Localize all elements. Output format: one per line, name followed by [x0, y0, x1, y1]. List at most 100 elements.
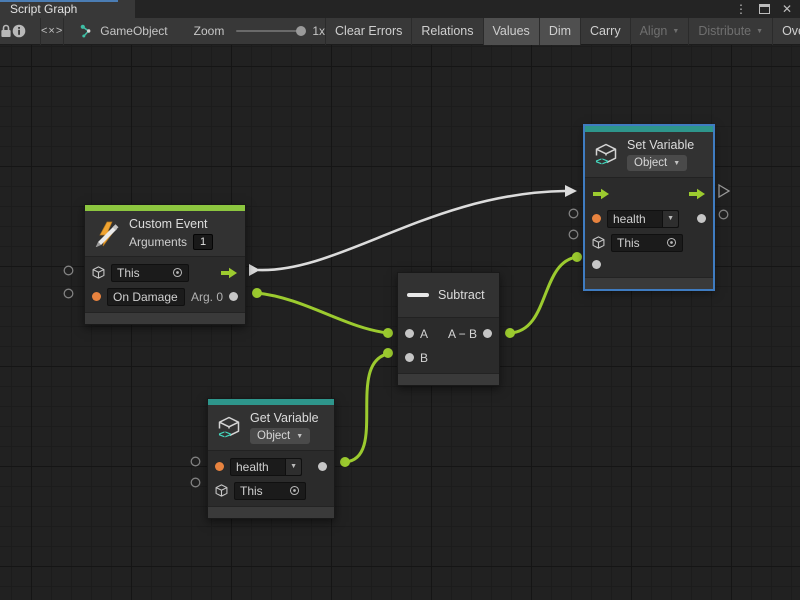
zoom-control: Zoom 1x [194, 24, 325, 38]
button-label: Relations [421, 24, 473, 38]
variable-scope-dropdown[interactable]: Object ▼ [627, 155, 687, 171]
event-name-field[interactable]: On Damage [107, 288, 185, 306]
arg0-output-port[interactable] [229, 292, 238, 301]
button-label: Dim [549, 24, 571, 38]
target-field[interactable]: This [111, 264, 189, 282]
button-label: Overview [782, 24, 800, 38]
event-name-value: On Damage [113, 290, 179, 304]
value-input-port[interactable] [592, 260, 601, 269]
node-footer [398, 373, 499, 385]
active-tab-accent [0, 0, 118, 2]
event-port[interactable] [92, 292, 101, 301]
cube-icon [592, 236, 605, 249]
variable-scope-dropdown[interactable]: Object ▼ [250, 428, 310, 444]
button-label: Distribute [698, 24, 751, 38]
node-footer [85, 312, 245, 324]
graph-icon [80, 24, 94, 38]
tab-strip: Script Graph ⋮ ✕ [0, 0, 800, 18]
lock-icon [0, 24, 12, 38]
variable-name-dropdown[interactable]: health ▼ [607, 210, 679, 228]
node-title: Subtract [438, 288, 485, 302]
variable-name-dropdown[interactable]: health ▼ [230, 458, 302, 476]
svg-text:<>: <> [596, 156, 609, 167]
chevron-down-icon[interactable]: ▼ [662, 211, 678, 227]
tab-title: Script Graph [10, 2, 77, 16]
info-button[interactable] [12, 18, 26, 45]
toolbar-buttons: Clear Errors Relations Values Dim Carry … [325, 18, 800, 45]
variable-name: health [613, 212, 657, 226]
zoom-label: Zoom [194, 24, 225, 38]
close-icon[interactable]: ✕ [782, 3, 792, 15]
variable-icon: <> [217, 416, 241, 440]
button-label: Align [640, 24, 668, 38]
flow-output-arrow-icon[interactable] [688, 188, 706, 200]
relations-button[interactable]: Relations [412, 18, 482, 45]
variable-name-port[interactable] [592, 214, 601, 223]
chevron-down-icon: ▼ [296, 433, 303, 440]
input-a-port[interactable] [405, 329, 414, 338]
target-value: This [117, 266, 167, 280]
output-port[interactable] [483, 329, 492, 338]
object-picker-icon[interactable] [172, 267, 183, 278]
window-menu-icon[interactable]: ⋮ [735, 3, 747, 15]
value-output-port[interactable] [697, 214, 706, 223]
distribute-dropdown[interactable]: Distribute ▼ [689, 18, 772, 45]
zoom-slider-handle[interactable] [296, 26, 306, 36]
arg0-label: Arg. 0 [191, 290, 223, 304]
input-b-label: B [420, 351, 428, 365]
overview-button[interactable]: Overview [773, 18, 800, 45]
object-picker-icon[interactable] [289, 485, 300, 496]
node-custom-event[interactable]: Custom Event Arguments 1 This [84, 204, 246, 325]
node-set-variable[interactable]: <> Set Variable Object ▼ health ▼ [584, 125, 714, 290]
tab-script-graph[interactable]: Script Graph [0, 0, 135, 18]
scope-label: Object [257, 430, 290, 442]
clear-errors-button[interactable]: Clear Errors [326, 18, 411, 45]
dim-toggle[interactable]: Dim [540, 18, 580, 45]
chevron-down-icon[interactable]: ▼ [285, 459, 301, 475]
cube-icon [92, 266, 105, 279]
graph-target[interactable]: GameObject [80, 24, 167, 38]
target-value: This [240, 484, 284, 498]
variable-icon: <> [594, 143, 618, 167]
lock-button[interactable] [0, 18, 12, 45]
align-dropdown[interactable]: Align ▼ [631, 18, 689, 45]
info-icon [12, 24, 26, 38]
graph-toolbar: <×> GameObject Zoom 1x Clear Errors Rela… [0, 18, 800, 45]
variable-name-port[interactable] [215, 462, 224, 471]
maximize-icon[interactable] [759, 4, 770, 14]
target-value: This [617, 236, 661, 250]
code-view-button[interactable]: <×> [41, 18, 63, 45]
zoom-slider[interactable] [236, 30, 302, 32]
button-label: Clear Errors [335, 24, 402, 38]
variable-name: health [236, 460, 280, 474]
arguments-input[interactable]: 1 [193, 234, 213, 250]
zoom-value: 1x [312, 24, 325, 38]
object-picker-icon[interactable] [666, 237, 677, 248]
node-footer [208, 506, 334, 518]
output-label: A − B [448, 327, 477, 341]
target-field[interactable]: This [611, 234, 683, 252]
input-b-port[interactable] [405, 353, 414, 362]
input-a-label: A [420, 327, 428, 341]
value-output-port[interactable] [318, 462, 327, 471]
carry-toggle[interactable]: Carry [581, 18, 630, 45]
code-icon: <×> [41, 25, 63, 37]
values-toggle[interactable]: Values [484, 18, 539, 45]
flow-input-arrow-icon[interactable] [592, 188, 610, 200]
scope-label: Object [634, 157, 667, 169]
subtract-icon [407, 293, 429, 297]
button-label: Carry [590, 24, 621, 38]
cube-icon [215, 484, 228, 497]
flow-output-arrow-icon[interactable] [220, 267, 238, 279]
svg-text:<>: <> [219, 429, 232, 440]
window-controls: ⋮ ✕ [735, 0, 800, 18]
custom-event-icon [94, 221, 120, 247]
toolbar-separator [63, 18, 64, 45]
chevron-down-icon: ▼ [672, 28, 679, 35]
target-field[interactable]: This [234, 482, 306, 500]
arguments-label: Arguments [129, 235, 187, 249]
node-get-variable[interactable]: <> Get Variable Object ▼ health ▼ This [207, 398, 335, 519]
node-title: Custom Event [129, 217, 213, 231]
node-subtract[interactable]: Subtract A A − B B [397, 272, 500, 386]
node-title: Get Variable [250, 411, 319, 425]
